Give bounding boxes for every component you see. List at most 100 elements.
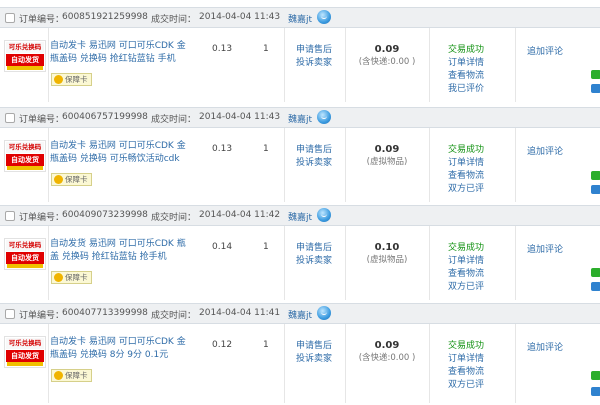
edge-green-icon[interactable]: [591, 171, 600, 180]
product-title[interactable]: 自动发卡 易迅网 可口可乐CDK 金瓶盖码 兑换码 抢红钻蓝钻 手机: [50, 40, 190, 66]
order-block: 订单编号： 600407713399998 成交时间： 2014-04-04 1…: [0, 303, 600, 403]
order-no: 600406757199998: [62, 112, 148, 122]
order-no-label: 订单编号：: [19, 15, 65, 25]
thumb-stripe: [7, 264, 43, 268]
order-detail-link[interactable]: 订单详情: [448, 353, 484, 366]
order-block: 订单编号： 600409073239998 成交时间： 2014-04-04 1…: [0, 205, 600, 300]
edge-blue-icon[interactable]: [591, 282, 600, 291]
unit-price: 0.13: [212, 44, 233, 54]
edge-green-icon[interactable]: [591, 70, 600, 79]
review-status-link[interactable]: 双方已评: [448, 281, 484, 294]
column-divider: [429, 28, 430, 102]
order-total: 0.09 (含快递:0.00 ): [352, 43, 422, 69]
edge-blue-icon[interactable]: [591, 185, 600, 194]
guarantee-badge[interactable]: 保障卡: [51, 271, 92, 284]
checkbox-icon[interactable]: [5, 309, 15, 319]
trade-status: 交易成功 订单详情 查看物流 我已评价: [448, 44, 484, 96]
thumb-top-text: 可乐兑换码: [6, 142, 44, 153]
logistics-link[interactable]: 查看物流: [448, 268, 484, 281]
total-amount: 0.09: [374, 144, 400, 155]
logistics-link[interactable]: 查看物流: [448, 366, 484, 379]
wangwang-chat-icon[interactable]: [317, 208, 331, 222]
total-note: (虚拟物品): [366, 157, 408, 167]
checkbox-icon[interactable]: [5, 113, 15, 123]
order-detail-link[interactable]: 订单详情: [448, 57, 484, 70]
wangwang-chat-icon[interactable]: [317, 306, 331, 320]
status-text: 交易成功: [448, 341, 485, 351]
order-header: 订单编号： 600406757199998 成交时间： 2014-04-04 1…: [0, 107, 600, 128]
seller-name[interactable]: 魏嘉jt: [288, 308, 312, 321]
column-divider: [345, 28, 346, 102]
thumb-mid-text: 自动发货: [6, 252, 44, 264]
edge-green-icon[interactable]: [591, 268, 600, 277]
order-header: 订单编号： 600851921259998 成交时间： 2014-04-04 1…: [0, 7, 600, 28]
add-review-link[interactable]: 追加评论: [527, 144, 563, 157]
checkbox-icon[interactable]: [5, 211, 15, 221]
total-note: (含快递:0.00 ): [358, 57, 416, 67]
review-status-link[interactable]: 双方已评: [448, 183, 484, 196]
edge-blue-icon[interactable]: [591, 84, 600, 93]
order-no-label: 订单编号：: [19, 311, 65, 321]
edge-green-icon[interactable]: [591, 371, 600, 380]
quantity: 1: [263, 340, 269, 350]
checkbox-icon[interactable]: [5, 13, 15, 23]
column-divider: [515, 324, 516, 403]
column-divider: [515, 28, 516, 102]
add-review-link[interactable]: 追加评论: [527, 44, 563, 57]
unit-price: 0.13: [212, 144, 233, 154]
order-header: 订单编号： 600407713399998 成交时间： 2014-04-04 1…: [0, 303, 600, 324]
thumb-mid-text: 自动发货: [6, 54, 44, 66]
thumb-top-text: 可乐兑换码: [6, 338, 44, 349]
guarantee-badge[interactable]: 保障卡: [51, 73, 92, 86]
total-amount: 0.10: [374, 242, 400, 253]
seller-name[interactable]: 魏嘉jt: [288, 12, 312, 25]
add-review-link[interactable]: 追加评论: [527, 242, 563, 255]
column-divider: [284, 128, 285, 202]
product-thumbnail[interactable]: 可乐兑换码 自动发货: [4, 140, 46, 172]
logistics-link[interactable]: 查看物流: [448, 170, 484, 183]
product-thumbnail[interactable]: 可乐兑换码 自动发货: [4, 40, 46, 72]
review-status-link[interactable]: 我已评价: [448, 83, 484, 96]
apply-refund-link[interactable]: 申请售后: [296, 44, 332, 57]
complain-link[interactable]: 投诉卖家: [296, 157, 332, 170]
seller-name[interactable]: 魏嘉jt: [288, 112, 312, 125]
order-no: 600851921259998: [62, 12, 148, 22]
complain-link[interactable]: 投诉卖家: [296, 353, 332, 366]
edge-blue-icon[interactable]: [591, 387, 600, 396]
wangwang-chat-icon[interactable]: [317, 10, 331, 24]
order-detail-link[interactable]: 订单详情: [448, 157, 484, 170]
product-title[interactable]: 自动发卡 易迅网 可口可乐CDK 金瓶盖码 兑换码 可乐畅饮活动cdk: [50, 140, 190, 166]
product-thumbnail[interactable]: 可乐兑换码 自动发货: [4, 336, 46, 368]
guarantee-icon: [54, 175, 63, 184]
column-divider: [429, 324, 430, 403]
deal-time-label: 成交时间：: [151, 311, 197, 321]
status-text: 交易成功: [448, 243, 485, 253]
status-text: 交易成功: [448, 145, 485, 155]
review-status-link[interactable]: 双方已评: [448, 379, 484, 392]
guarantee-badge[interactable]: 保障卡: [51, 369, 92, 382]
unit-price: 0.12: [212, 340, 233, 350]
product-title[interactable]: 自动发卡 易迅网 可口可乐CDK 金瓶盖码 兑换码 8分 9分 0.1元: [50, 336, 190, 362]
column-divider: [48, 324, 49, 403]
guarantee-badge[interactable]: 保障卡: [51, 173, 92, 186]
product-thumbnail[interactable]: 可乐兑换码 自动发货: [4, 238, 46, 270]
apply-refund-link[interactable]: 申请售后: [296, 340, 332, 353]
deal-time: 2014-04-04 11:41: [199, 308, 281, 318]
order-total: 0.10 (虚拟物品): [352, 241, 422, 267]
logistics-link[interactable]: 查看物流: [448, 70, 484, 83]
apply-refund-link[interactable]: 申请售后: [296, 144, 332, 157]
complain-link[interactable]: 投诉卖家: [296, 57, 332, 70]
thumb-stripe: [7, 66, 43, 70]
apply-refund-link[interactable]: 申请售后: [296, 242, 332, 255]
column-divider: [284, 226, 285, 300]
complain-link[interactable]: 投诉卖家: [296, 255, 332, 268]
seller-name[interactable]: 魏嘉jt: [288, 210, 312, 223]
deal-time-label: 成交时间：: [151, 15, 197, 25]
add-review-link[interactable]: 追加评论: [527, 340, 563, 353]
order-detail-link[interactable]: 订单详情: [448, 255, 484, 268]
wangwang-chat-icon[interactable]: [317, 110, 331, 124]
status-text: 交易成功: [448, 45, 485, 55]
column-divider: [284, 324, 285, 403]
column-divider: [48, 28, 49, 102]
product-title[interactable]: 自动发货 易迅网 可口可乐CDK 瓶盖 兑换码 抢红钻蓝钻 抢手机: [50, 238, 190, 264]
